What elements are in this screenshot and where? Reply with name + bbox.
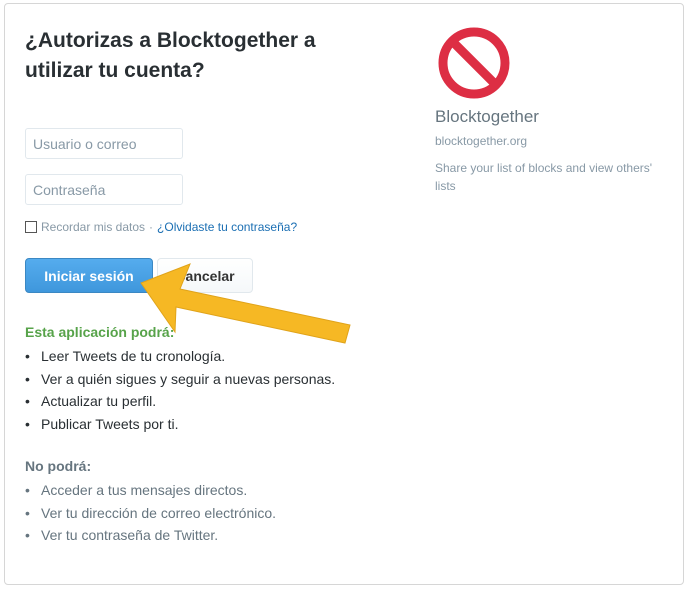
app-url: blocktogether.org [435,134,528,148]
separator: · [149,220,154,234]
app-description: Share your list of blocks and view other… [435,161,653,193]
can-permissions-list: Leer Tweets de tu cronología. Ver a quié… [25,345,335,435]
can-permission-item: Publicar Tweets por ti. [25,413,335,436]
remember-row: Recordar mis datos · ¿Olvidaste tu contr… [25,220,297,234]
can-permission-item: Ver a quién sigues y seguir a nuevas per… [25,368,335,391]
cannot-permissions-list: Acceder a tus mensajes directos. Ver tu … [25,479,276,547]
cannot-permission-item: Ver tu contraseña de Twitter. [25,524,276,547]
password-input[interactable] [25,174,183,205]
can-permissions-title: Esta aplicación podrá: [25,324,175,340]
cannot-permissions-title: No podrá: [25,458,92,474]
signin-button[interactable]: Iniciar sesión [25,258,153,293]
remember-label[interactable]: Recordar mis datos [41,220,145,234]
cannot-permission-item: Acceder a tus mensajes directos. [25,479,276,502]
remember-checkbox[interactable] [25,221,37,233]
cancel-button[interactable]: Cancelar [157,258,253,293]
can-permission-item: Actualizar tu perfil. [25,390,335,413]
forgot-password-link[interactable]: ¿Olvidaste tu contraseña? [157,220,297,234]
cannot-permission-item: Ver tu dirección de correo electrónico. [25,502,276,525]
username-input[interactable] [25,128,183,159]
can-permission-item: Leer Tweets de tu cronología. [25,345,335,368]
app-name: Blocktogether [435,107,539,126]
prohibited-icon [438,27,510,99]
page-title: ¿Autorizas a Blocktogether a utilizar tu… [25,29,316,82]
